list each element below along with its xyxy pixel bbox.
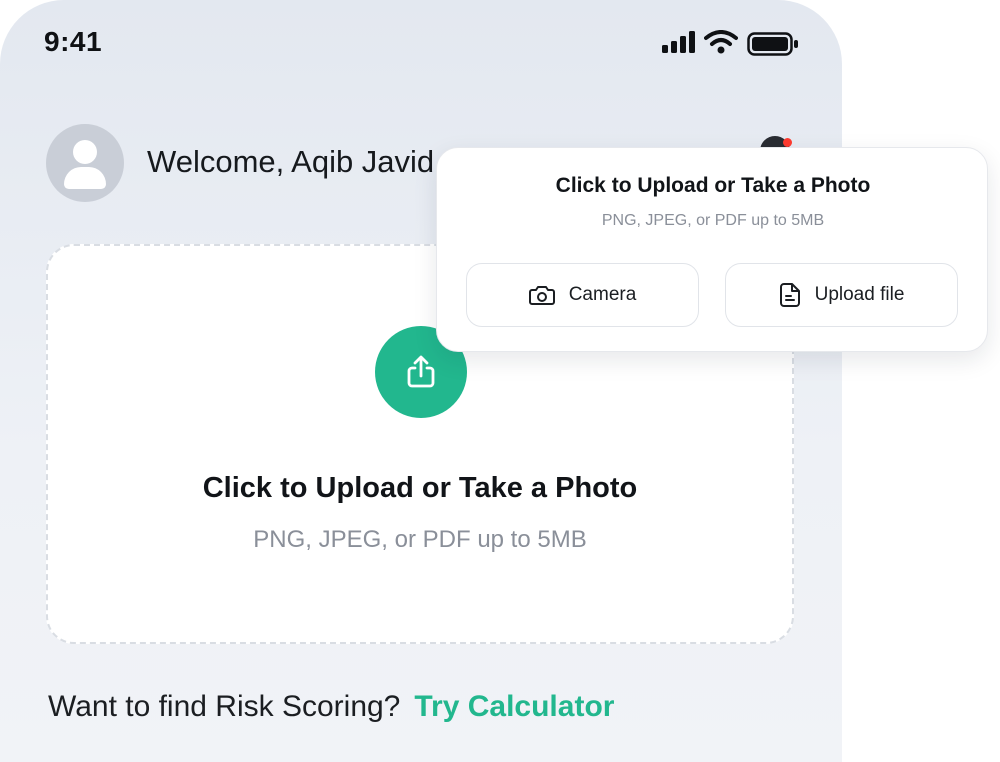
popup-subtitle: PNG, JPEG, or PDF up to 5MB (601, 212, 825, 229)
user-avatar-icon (73, 140, 97, 164)
camera-icon (528, 286, 555, 305)
upload-options-popup: Click to Upload or Take a Photo PNG, JPE… (436, 147, 988, 352)
risk-prompt-text: Want to find Risk Scoring? (48, 690, 401, 723)
dropzone-title: Click to Upload or Take a Photo (202, 472, 638, 504)
upload-file-label: Upload file (814, 284, 905, 305)
wifi-icon (704, 30, 738, 54)
camera-button[interactable]: Camera (466, 263, 699, 327)
status-time: 9:41 (44, 26, 103, 57)
dropzone-subtitle: PNG, JPEG, or PDF up to 5MB (253, 526, 587, 553)
camera-label: Camera (568, 284, 637, 305)
notification-dot (783, 138, 792, 147)
phone-screen: 9:41 Welcome, Aqib Javid Click to Upload… (0, 0, 842, 762)
avatar[interactable] (46, 124, 124, 202)
risk-scoring-prompt: Want to find Risk Scoring? Try Calculator (48, 690, 614, 724)
file-icon (779, 283, 800, 307)
upload-file-button[interactable]: Upload file (725, 263, 958, 327)
share-upload-icon (407, 355, 435, 388)
try-calculator-link[interactable]: Try Calculator (414, 690, 614, 723)
battery-icon (747, 32, 798, 56)
popup-title: Click to Upload or Take a Photo (555, 174, 871, 197)
welcome-text: Welcome, Aqib Javid (147, 144, 435, 179)
status-icons (661, 30, 801, 56)
signal-icon (662, 31, 695, 53)
